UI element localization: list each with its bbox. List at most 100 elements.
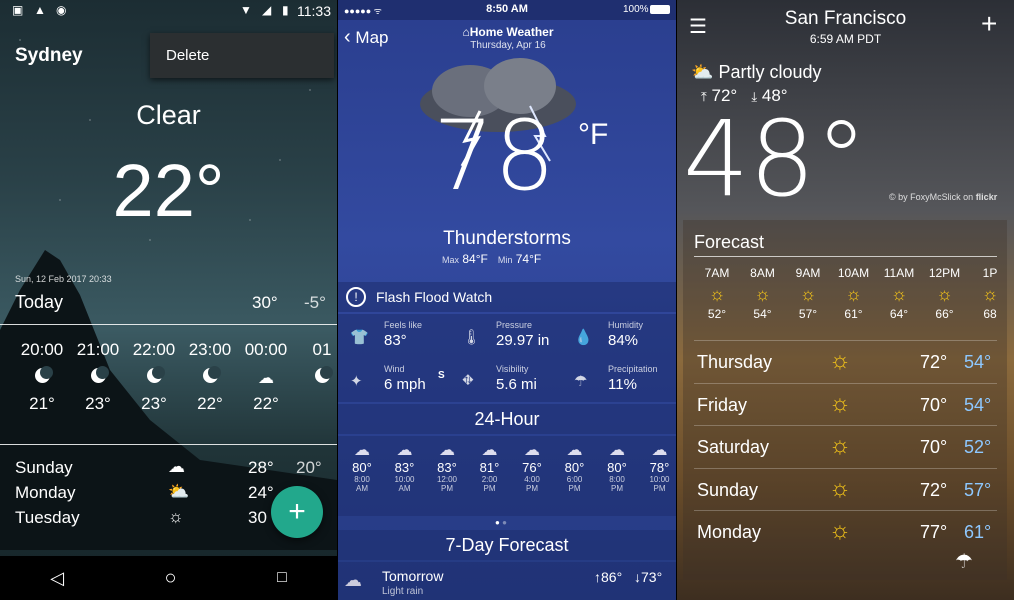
day-row[interactable]: Thursday ☼ 72° 54° <box>694 340 997 382</box>
sun-icon: ☼ <box>754 284 771 304</box>
divider <box>0 324 337 325</box>
hour-time: 22:00 <box>132 340 176 359</box>
hour-time: 20:00 <box>20 340 64 359</box>
hour-item: ☁ 80° 8:00 AM <box>342 440 382 493</box>
add-location-button[interactable]: + <box>271 486 323 538</box>
page-dots: ● ● <box>495 518 507 527</box>
hour-time: 8AM <box>750 266 775 280</box>
hour-item: ☁ 78° 10:00 PM <box>640 440 677 493</box>
battery-icon <box>650 5 670 14</box>
nav-bar: ◁ ○ □ <box>0 556 337 600</box>
day-row[interactable]: Saturday ☼ 70° 52° <box>694 425 997 467</box>
hour-time: 00:00 <box>244 340 288 359</box>
hour-item: 21:00 23° <box>70 340 126 430</box>
day-low: 61° <box>964 522 992 542</box>
hour-time: 2:00 <box>481 475 498 484</box>
hour-temp: 52° <box>707 307 727 321</box>
storm-cloud-icon: ☁ <box>439 442 455 459</box>
recents-nav-icon[interactable]: □ <box>277 569 287 587</box>
min-temp: 74°F <box>515 252 542 266</box>
cloud-icon: ☁ <box>168 457 185 476</box>
home-nav-icon[interactable]: ○ <box>165 567 177 590</box>
temp-unit: °F <box>578 118 609 151</box>
hour-temp: 83° <box>437 460 457 475</box>
details-grid: 👕 Feels like 83° 🌡 Pressure 29.97 in 💧 Humidity… <box>338 314 676 402</box>
hourly-header: 24-Hour <box>338 404 676 434</box>
storm-cloud-icon: ☁ <box>396 442 413 459</box>
sun-icon: ☼ <box>799 284 817 304</box>
day-low: 54° <box>964 352 992 372</box>
day-high: 30 <box>248 508 267 527</box>
hour-item: ☁ 81° 2:00 PM <box>470 440 510 493</box>
hour-time: 10AM <box>837 266 870 280</box>
moon-icon <box>294 366 337 388</box>
hour-time: 21:00 <box>76 340 120 359</box>
hour-temp: 23° <box>85 394 111 413</box>
hour-item: 23:00 22° <box>182 340 238 430</box>
sun-icon: ☼ <box>829 347 851 374</box>
day-name: Tuesday <box>15 508 80 527</box>
detail-value: 29.97 in <box>496 332 550 349</box>
hour-ampm: PM <box>483 484 496 493</box>
day-name: Sunday <box>15 458 73 477</box>
day-row[interactable]: Sunday ☼ 72° 57° <box>694 467 997 510</box>
detail-label: Feels like <box>384 320 423 330</box>
chevron-left-icon: ‹ <box>344 26 351 48</box>
delete-menu-item[interactable]: Delete <box>166 47 209 64</box>
nav-title: ⌂Home Weather <box>462 25 554 39</box>
moon-icon <box>14 366 70 388</box>
hour-item: ☁ 76° 4:00 PM <box>512 440 552 493</box>
day-high: 72° <box>920 479 948 500</box>
sun-icon: ☼ <box>829 517 851 544</box>
storm-cloud-icon: ☁ <box>651 442 668 459</box>
hour-temp: 76° <box>522 460 542 475</box>
moon-icon <box>70 366 126 388</box>
day-name: Friday <box>697 394 748 415</box>
storm-cloud-icon: ☁ <box>524 442 540 459</box>
city-name: Sydney <box>15 45 83 66</box>
add-city-icon[interactable]: + <box>981 8 997 40</box>
day-row[interactable]: Monday ☼ 77° 61° <box>694 510 997 552</box>
signal-icon: ◢ <box>262 3 272 17</box>
detail-value: 11% <box>608 376 637 393</box>
local-time: 6:59 AM PDT <box>809 32 882 46</box>
hour-ampm: PM <box>568 484 581 493</box>
hour-time: 01 <box>312 340 332 359</box>
ios-weather-app: ●●●●● ᯤ 8:50 AM 100% ‹ Map ⌂Home Weather… <box>338 0 676 600</box>
hour-item: ☁ 80° 8:00 PM <box>597 440 637 493</box>
sun-icon: ☼ <box>168 507 184 526</box>
hour-time: 10:00 <box>394 475 415 484</box>
hour-ampm: AM <box>356 484 368 493</box>
day-name: Sunday <box>697 479 759 500</box>
sun-icon: ☼ <box>890 284 908 304</box>
hour-item: 01 <box>294 340 337 430</box>
hour-temp: 21° <box>29 394 55 413</box>
hour-temp: 83° <box>394 460 415 475</box>
image-notification-icon: ▣ <box>12 3 24 17</box>
day-row[interactable]: Friday ☼ 70° 54° <box>694 382 997 425</box>
back-button[interactable]: ‹ Map <box>344 26 388 49</box>
sun-icon: ☼ <box>829 432 851 459</box>
forecast-header: 7-Day Forecast <box>338 530 676 560</box>
hour-temp: 81° <box>479 460 500 475</box>
hour-ampm: AM <box>398 484 411 493</box>
back-nav-icon[interactable]: ◁ <box>50 568 64 589</box>
alert-row[interactable]: ! Flash Flood Watch <box>338 282 676 312</box>
hour-item: 7AM ☼ 52° <box>695 266 739 321</box>
hour-temp: 61° <box>844 307 863 321</box>
hour-time: 23:00 <box>188 340 232 359</box>
forecast-row-tomorrow[interactable]: ☁ Tomorrow Light rain ↑86° ↓73° <box>338 562 676 600</box>
photo-credit[interactable]: © by FoxyMcSlick on flickr <box>889 192 997 202</box>
day-low: 52° <box>964 437 992 457</box>
wind-direction: S <box>438 370 445 381</box>
storm-cloud-icon: ☁ <box>481 442 498 459</box>
hour-item: 11AM ☼ 64° <box>877 266 921 321</box>
hour-temp: 54° <box>753 307 772 321</box>
hour-item: ☁ 83° 12:00 PM <box>427 440 467 493</box>
detail-value: 84% <box>608 332 639 349</box>
hour-item: 1P ☼ 68 <box>968 266 1012 321</box>
alert-icon: ! <box>346 287 366 307</box>
wifi-icon: ▼ <box>240 3 252 17</box>
rain-cloud-icon: ☂ <box>574 373 588 390</box>
current-temp: 78 <box>433 100 556 212</box>
